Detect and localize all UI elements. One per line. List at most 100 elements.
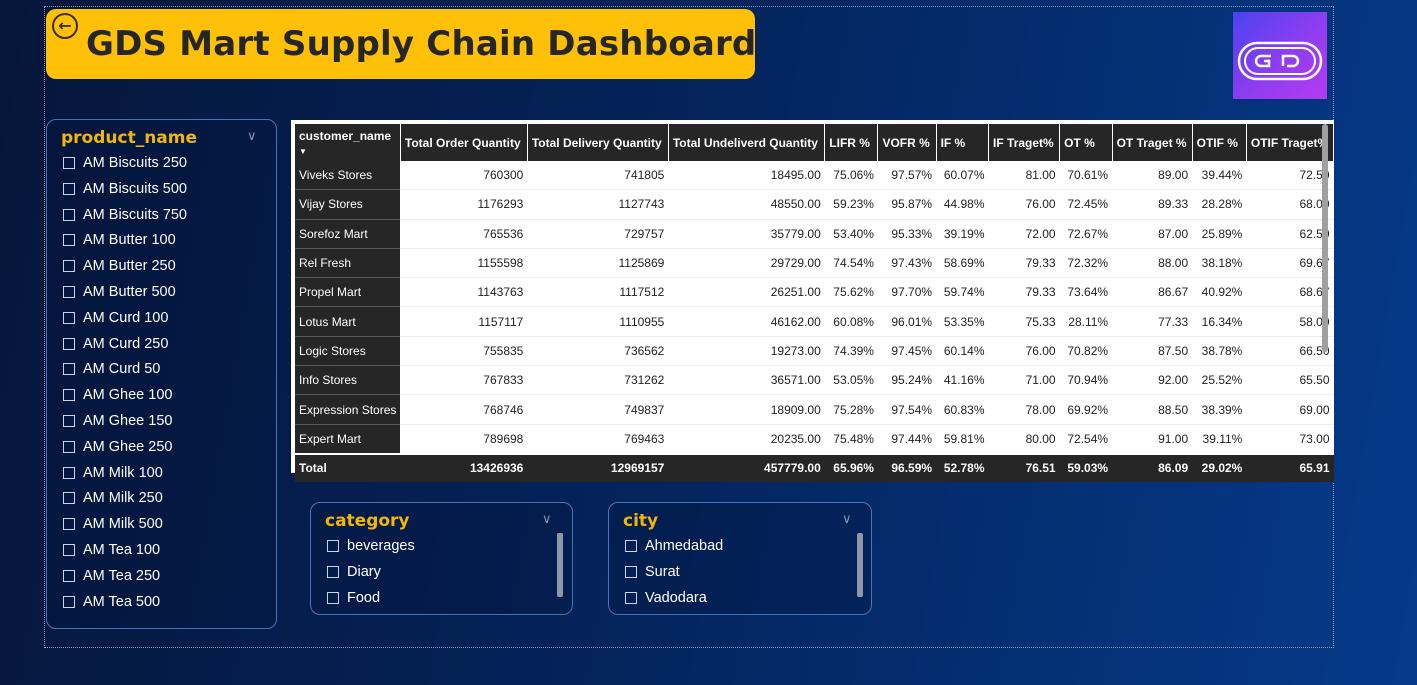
slicer-option[interactable]: AM Butter 100 xyxy=(63,232,176,248)
table-cell: 741805 xyxy=(527,161,669,191)
slicer-option[interactable]: beverages xyxy=(327,538,415,554)
back-arrow-icon[interactable]: ← xyxy=(52,13,78,39)
checkbox[interactable] xyxy=(625,540,637,552)
checkbox[interactable] xyxy=(63,337,75,350)
table-cell: 62.50 xyxy=(1246,219,1334,249)
table-cell: 97.57% xyxy=(877,161,937,191)
checkbox[interactable] xyxy=(327,566,339,578)
table-cell: 28.28% xyxy=(1192,189,1247,220)
checkbox[interactable] xyxy=(63,157,75,169)
table-cell: 40.92% xyxy=(1192,277,1247,308)
checkbox[interactable] xyxy=(63,311,75,324)
slicer-title: product_name xyxy=(61,128,198,148)
checkbox[interactable] xyxy=(63,415,75,427)
column-header[interactable]: OT Traget % xyxy=(1112,124,1193,161)
slicer-option[interactable]: AM Butter 250 xyxy=(63,258,176,274)
table-row[interactable]: Rel Fresh 1155598 1125869 29729.00 74.54% 97.… xyxy=(295,248,1334,279)
slicer-option[interactable]: AM Biscuits 500 xyxy=(63,181,187,197)
table-row[interactable]: Sorefoz Mart 765536 729757 35779.00 53.40% 95… xyxy=(295,219,1334,249)
table-scrollbar[interactable] xyxy=(1322,124,1328,352)
table-cell: 70.94% xyxy=(1059,365,1113,396)
checkbox[interactable] xyxy=(63,260,75,273)
table-row[interactable]: Propel Mart 1143763 1117512 26251.00 75.62% 9… xyxy=(295,277,1334,308)
checkbox[interactable] xyxy=(327,540,339,552)
checkbox[interactable] xyxy=(63,182,75,195)
column-header[interactable]: Total Delivery Quantity xyxy=(527,124,669,161)
checkbox[interactable] xyxy=(63,389,75,402)
checkbox[interactable] xyxy=(63,569,75,582)
checkbox[interactable] xyxy=(63,544,75,556)
column-header[interactable]: customer_name ▼ xyxy=(295,124,401,161)
column-header[interactable]: Total Undeliverd Quantity xyxy=(668,124,826,161)
slicer-option[interactable]: AM Curd 250 xyxy=(63,336,168,352)
checkbox[interactable] xyxy=(625,592,637,604)
table-row[interactable]: Vijay Stores 1176293 1127743 48550.00 59.23%… xyxy=(295,189,1334,220)
slicer-option[interactable]: AM Milk 100 xyxy=(63,465,163,481)
slicer-option[interactable]: AM Ghee 150 xyxy=(63,413,172,429)
table-cell: 75.06% xyxy=(824,161,878,191)
column-header[interactable]: LIFR % xyxy=(824,124,879,161)
slicer-option[interactable]: AM Tea 250 xyxy=(63,568,160,584)
column-header[interactable]: OT % xyxy=(1059,124,1113,161)
table-row[interactable]: Logic Stores 755835 736562 19273.00 74.39% 97… xyxy=(295,336,1334,367)
slicer-option[interactable]: AM Biscuits 750 xyxy=(63,207,187,223)
checkbox[interactable] xyxy=(63,440,75,453)
checkbox[interactable] xyxy=(63,234,75,247)
table-cell: 95.33% xyxy=(877,219,937,249)
table-row[interactable]: Lotus Mart 1157117 1110955 46162.00 60.08% 96… xyxy=(295,306,1334,337)
table-cell: 69.67 xyxy=(1246,248,1334,279)
chevron-down-icon[interactable]: ∨ xyxy=(247,128,257,144)
slicer-option[interactable]: AM Tea 100 xyxy=(63,542,160,558)
checkbox[interactable] xyxy=(63,595,75,608)
checkbox[interactable] xyxy=(63,363,75,376)
table-cell: 86.67 xyxy=(1112,277,1193,308)
slicer-option[interactable]: Food xyxy=(327,590,380,606)
slicer-option[interactable]: AM Curd 50 xyxy=(63,361,160,377)
city-slicer: city ∨ Ahmedabad Surat Vadodara xyxy=(608,502,872,615)
table-cell: 749837 xyxy=(527,394,669,425)
option-label: AM Curd 100 xyxy=(83,309,169,326)
table-cell: 1127743 xyxy=(527,189,669,220)
chevron-down-icon[interactable]: ∨ xyxy=(542,511,552,527)
table-cell: 1155598 xyxy=(400,248,528,279)
table-cell: 71.00 xyxy=(988,365,1060,396)
table-cell: 731262 xyxy=(527,365,669,396)
table-cell: 767833 xyxy=(400,365,528,396)
checkbox[interactable] xyxy=(63,518,75,531)
checkbox[interactable] xyxy=(63,208,75,221)
slicer-option[interactable]: AM Ghee 100 xyxy=(63,387,172,403)
table-row[interactable]: Expert Mart 789698 769463 20235.00 75.48% 97.… xyxy=(295,424,1334,455)
slicer-option[interactable]: Ahmedabad xyxy=(625,538,723,554)
slicer-option[interactable]: Diary xyxy=(327,564,381,580)
column-header[interactable]: VOFR % xyxy=(877,124,937,161)
checkbox[interactable] xyxy=(63,466,75,479)
checkbox[interactable] xyxy=(63,286,75,298)
column-header[interactable]: IF Traget% xyxy=(988,124,1061,161)
column-header[interactable]: OTIF % xyxy=(1192,124,1247,161)
column-header[interactable]: Total Order Quantity xyxy=(400,124,528,161)
column-header[interactable]: IF % xyxy=(936,124,990,161)
slicer-option[interactable]: AM Tea 500 xyxy=(63,594,160,610)
chevron-down-icon[interactable]: ∨ xyxy=(842,511,852,527)
table-row[interactable]: Info Stores 767833 731262 36571.00 53.05% 95.… xyxy=(295,365,1334,396)
checkbox[interactable] xyxy=(327,592,339,604)
checkbox[interactable] xyxy=(625,566,637,578)
checkbox[interactable] xyxy=(63,492,75,505)
slicer-scrollbar[interactable] xyxy=(857,533,863,597)
slicer-option[interactable]: AM Milk 250 xyxy=(63,490,163,506)
slicer-scrollbar[interactable] xyxy=(557,533,563,597)
table-cell: 75.28% xyxy=(824,394,878,425)
slicer-option[interactable]: AM Milk 500 xyxy=(63,516,163,532)
slicer-option[interactable]: AM Biscuits 250 xyxy=(63,155,187,171)
total-row: Total 13426936 12969157 457779.00 65.96% 96.5… xyxy=(295,452,1334,482)
table-cell: 39.44% xyxy=(1192,161,1247,191)
column-header[interactable]: OTIF Traget% xyxy=(1246,124,1335,161)
slicer-option[interactable]: Surat xyxy=(625,564,680,580)
table-row[interactable]: Viveks Stores 760300 741805 18495.00 75.06% 9… xyxy=(295,161,1334,191)
slicer-option[interactable]: AM Curd 100 xyxy=(63,310,168,326)
slicer-option[interactable]: AM Butter 500 xyxy=(63,284,176,300)
slicer-option[interactable]: AM Ghee 250 xyxy=(63,439,172,455)
table-cell: 16.34% xyxy=(1192,306,1247,337)
slicer-option[interactable]: Vadodara xyxy=(625,590,707,606)
table-row[interactable]: Expression Stores 768746 749837 18909.00 75.… xyxy=(295,394,1334,425)
